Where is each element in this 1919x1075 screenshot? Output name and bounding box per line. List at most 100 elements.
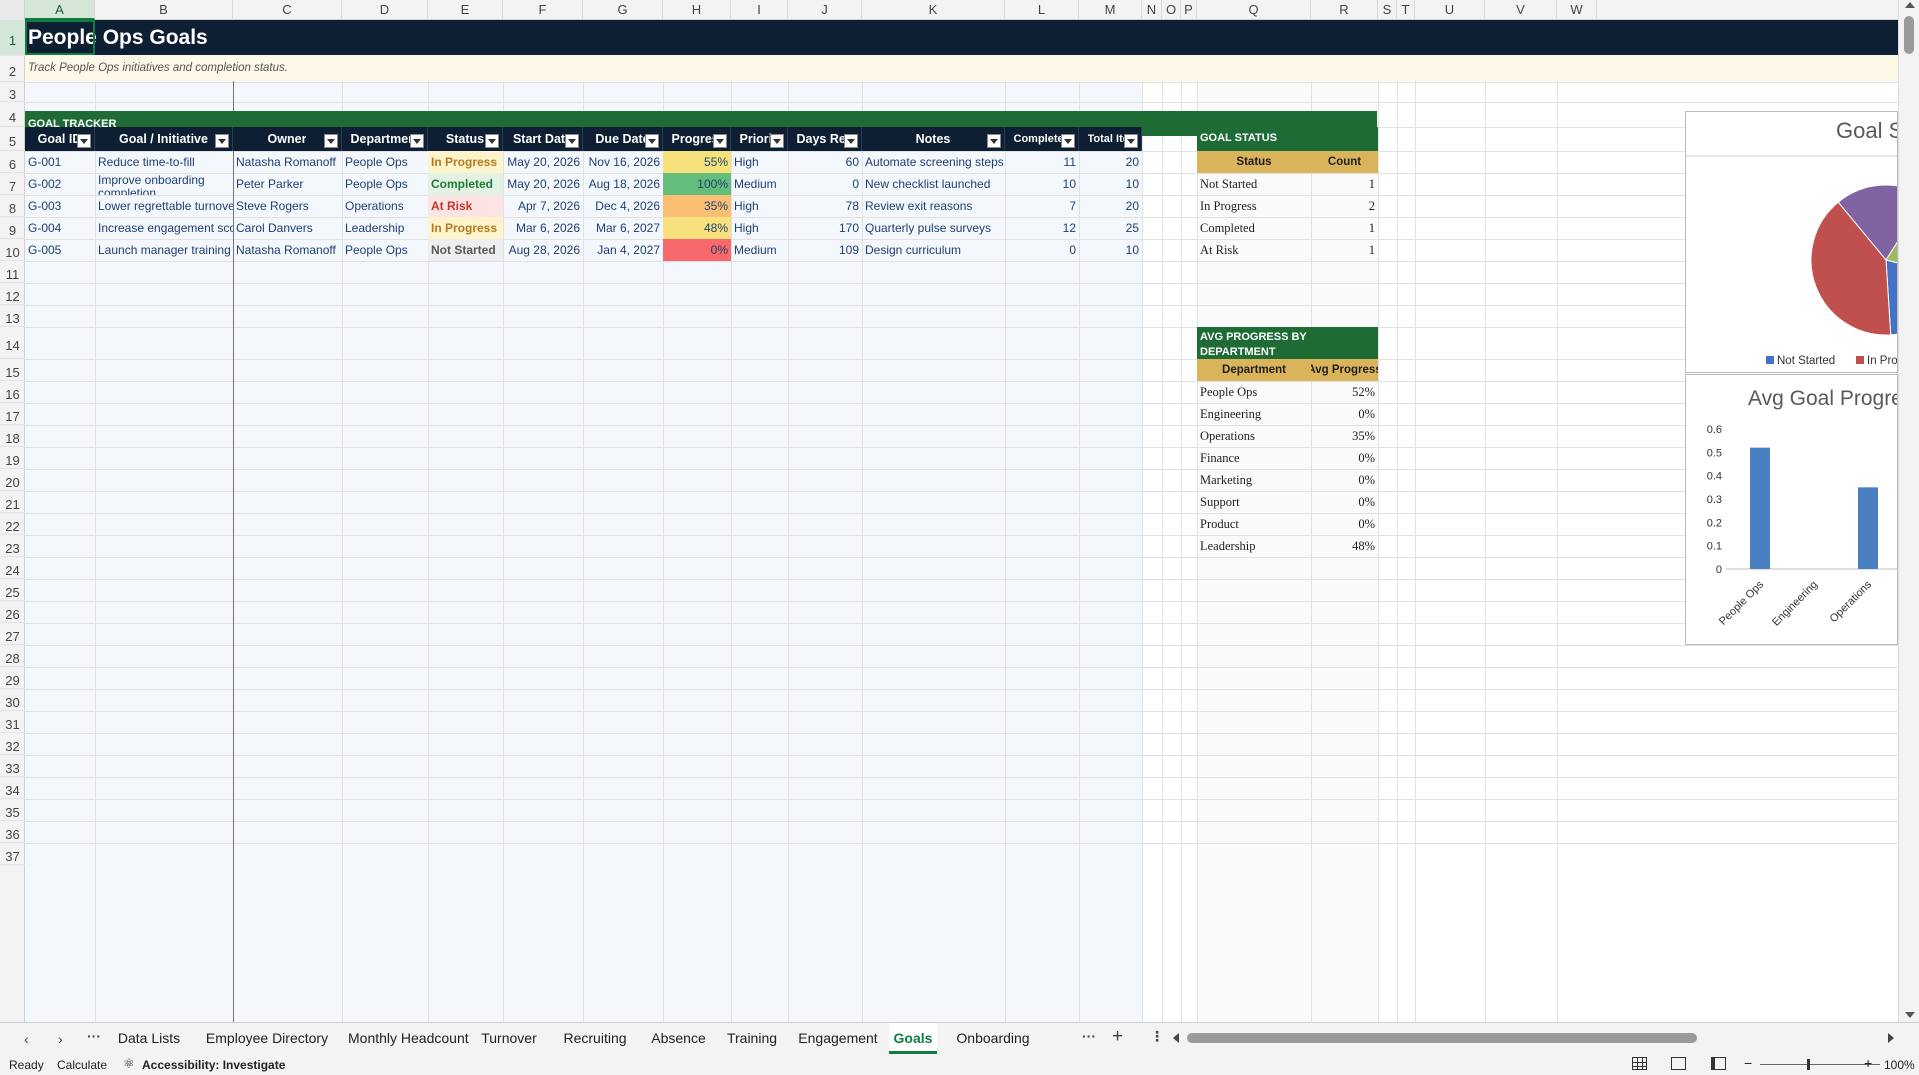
table-cell-goal[interactable]: Improve onboarding completion bbox=[95, 173, 233, 195]
table-cell-progress[interactable]: 35% bbox=[663, 195, 731, 217]
table-cell-due[interactable]: Jan 4, 2027 bbox=[583, 239, 663, 261]
avg_progress-row-label[interactable]: Operations bbox=[1197, 425, 1311, 447]
column-header[interactable]: J bbox=[788, 0, 862, 20]
table-header-cell[interactable]: Start Date bbox=[503, 127, 583, 151]
scroll-up-arrow[interactable] bbox=[1905, 2, 1915, 8]
more-tabs-right-icon[interactable]: ··· bbox=[1082, 1028, 1096, 1044]
table-cell-progress[interactable]: 48% bbox=[663, 217, 731, 239]
row-header[interactable]: 28 bbox=[0, 645, 25, 667]
table-cell-dept[interactable]: Leadership bbox=[342, 217, 428, 239]
row-header[interactable]: 15 bbox=[0, 359, 25, 381]
table-cell-priority[interactable]: High bbox=[731, 195, 788, 217]
row-header[interactable]: 26 bbox=[0, 601, 25, 623]
table-cell-priority[interactable]: Medium bbox=[731, 173, 788, 195]
table-header-cell[interactable]: Department bbox=[342, 127, 428, 151]
table-cell-owner[interactable]: Natasha Romanoff bbox=[233, 151, 342, 173]
hscroll-right-icon[interactable] bbox=[1888, 1033, 1894, 1043]
column-header[interactable]: N bbox=[1142, 0, 1162, 20]
table-cell-total[interactable]: 10 bbox=[1079, 173, 1142, 195]
row-header[interactable]: 16 bbox=[0, 381, 25, 403]
avg_progress-row-value[interactable]: 35% bbox=[1311, 425, 1378, 447]
vertical-scrollbar[interactable] bbox=[1898, 0, 1919, 1022]
row-header[interactable]: 11 bbox=[0, 261, 25, 283]
goal_status-row-value[interactable]: 1 bbox=[1311, 239, 1378, 261]
table-cell-completed[interactable]: 11 bbox=[1005, 151, 1079, 173]
filter-dropdown-icon[interactable] bbox=[77, 134, 91, 148]
avg_progress-row-value[interactable]: 48% bbox=[1311, 535, 1378, 557]
table-cell-start[interactable]: Aug 28, 2026 bbox=[503, 239, 583, 261]
table-cell-notes[interactable]: Review exit reasons bbox=[862, 195, 1005, 217]
avg_progress-row-value[interactable]: 0% bbox=[1311, 513, 1378, 535]
row-header[interactable]: 3 bbox=[0, 82, 25, 102]
table-header-cell[interactable]: Days Remaining bbox=[788, 127, 862, 151]
avg_progress-row-value[interactable]: 0% bbox=[1311, 403, 1378, 425]
horizontal-scrollbar-thumb[interactable] bbox=[1187, 1033, 1697, 1043]
column-header[interactable]: H bbox=[663, 0, 731, 20]
table-cell-status[interactable]: Not Started bbox=[428, 239, 503, 261]
column-header[interactable]: P bbox=[1181, 0, 1197, 20]
table-cell-dept[interactable]: People Ops bbox=[342, 173, 428, 195]
goal_status-row-label[interactable]: Not Started bbox=[1197, 173, 1311, 195]
row-header[interactable]: 12 bbox=[0, 283, 25, 305]
table-cell-total[interactable]: 20 bbox=[1079, 195, 1142, 217]
avg_progress-header-cell[interactable]: Avg Progress bbox=[1311, 359, 1378, 381]
table-cell-notes[interactable]: Quarterly pulse surveys bbox=[862, 217, 1005, 239]
table-cell-owner[interactable]: Natasha Romanoff bbox=[233, 239, 342, 261]
column-header[interactable]: D bbox=[342, 0, 428, 20]
column-header[interactable]: T bbox=[1397, 0, 1415, 20]
status-accessibility[interactable]: Accessibility: Investigate bbox=[142, 1058, 285, 1072]
table-cell-notes[interactable]: Design curriculum bbox=[862, 239, 1005, 261]
tab-options-icon[interactable]: ⋮ bbox=[1150, 1028, 1164, 1045]
avg_progress-row-label[interactable]: Finance bbox=[1197, 447, 1311, 469]
sheet-tab[interactable]: Turnover bbox=[474, 1023, 544, 1054]
goal_status-row-label[interactable]: In Progress bbox=[1197, 195, 1311, 217]
avg_progress-row-label[interactable]: People Ops bbox=[1197, 381, 1311, 403]
sheet-tab[interactable]: Engagement bbox=[793, 1023, 883, 1054]
selected-cell-a1[interactable] bbox=[25, 20, 95, 55]
table-cell-due[interactable]: Aug 18, 2026 bbox=[583, 173, 663, 195]
table-cell-dept[interactable]: People Ops bbox=[342, 151, 428, 173]
row-header[interactable]: 25 bbox=[0, 579, 25, 601]
table-cell-priority[interactable]: High bbox=[731, 217, 788, 239]
avg_progress-row-label[interactable]: Leadership bbox=[1197, 535, 1311, 557]
avg_progress-row-label[interactable]: Product bbox=[1197, 513, 1311, 535]
table-header-cell[interactable]: Priority bbox=[731, 127, 788, 151]
column-header[interactable]: L bbox=[1005, 0, 1079, 20]
column-header[interactable]: F bbox=[503, 0, 583, 20]
table-cell-status[interactable]: In Progress bbox=[428, 217, 503, 239]
tab-scroll-left-icon[interactable]: ‹ bbox=[24, 1031, 29, 1047]
table-header-cell[interactable]: Goal ID bbox=[25, 127, 95, 151]
table-cell-dept[interactable]: People Ops bbox=[342, 239, 428, 261]
row-header[interactable]: 5 bbox=[0, 127, 25, 151]
table-cell-days[interactable]: 78 bbox=[788, 195, 862, 217]
zoom-level[interactable]: 100% bbox=[1884, 1058, 1915, 1072]
row-header[interactable]: 20 bbox=[0, 469, 25, 491]
normal-view-icon[interactable] bbox=[1632, 1057, 1647, 1070]
table-cell-completed[interactable]: 12 bbox=[1005, 217, 1079, 239]
table-cell-notes[interactable]: New checklist launched bbox=[862, 173, 1005, 195]
column-header[interactable]: C bbox=[233, 0, 342, 20]
row-header[interactable]: 18 bbox=[0, 425, 25, 447]
table-cell-days[interactable]: 60 bbox=[788, 151, 862, 173]
table-cell-goal[interactable]: Lower regrettable turnover bbox=[95, 195, 233, 217]
filter-dropdown-icon[interactable] bbox=[987, 134, 1001, 148]
filter-dropdown-icon[interactable] bbox=[770, 134, 784, 148]
sheet-tab[interactable]: Recruiting bbox=[550, 1023, 640, 1054]
row-header[interactable]: 32 bbox=[0, 733, 25, 755]
table-cell-id[interactable]: G-002 bbox=[25, 173, 95, 195]
table-cell-owner[interactable]: Steve Rogers bbox=[233, 195, 342, 217]
row-header[interactable]: 14 bbox=[0, 327, 25, 359]
sheet-tab[interactable]: Absence bbox=[646, 1023, 711, 1054]
column-header[interactable]: V bbox=[1485, 0, 1557, 20]
table-cell-start[interactable]: May 20, 2026 bbox=[503, 151, 583, 173]
table-header-cell[interactable]: Owner bbox=[233, 127, 342, 151]
table-cell-status[interactable]: In Progress bbox=[428, 151, 503, 173]
table-header-cell[interactable]: Status bbox=[428, 127, 503, 151]
table-cell-completed[interactable]: 0 bbox=[1005, 239, 1079, 261]
row-header[interactable]: 37 bbox=[0, 843, 25, 865]
filter-dropdown-icon[interactable] bbox=[844, 134, 858, 148]
row-header[interactable]: 8 bbox=[0, 195, 25, 217]
goal_status-row-value[interactable]: 1 bbox=[1311, 217, 1378, 239]
sheet-tab[interactable]: Training bbox=[717, 1023, 787, 1054]
table-cell-progress[interactable]: 55% bbox=[663, 151, 731, 173]
